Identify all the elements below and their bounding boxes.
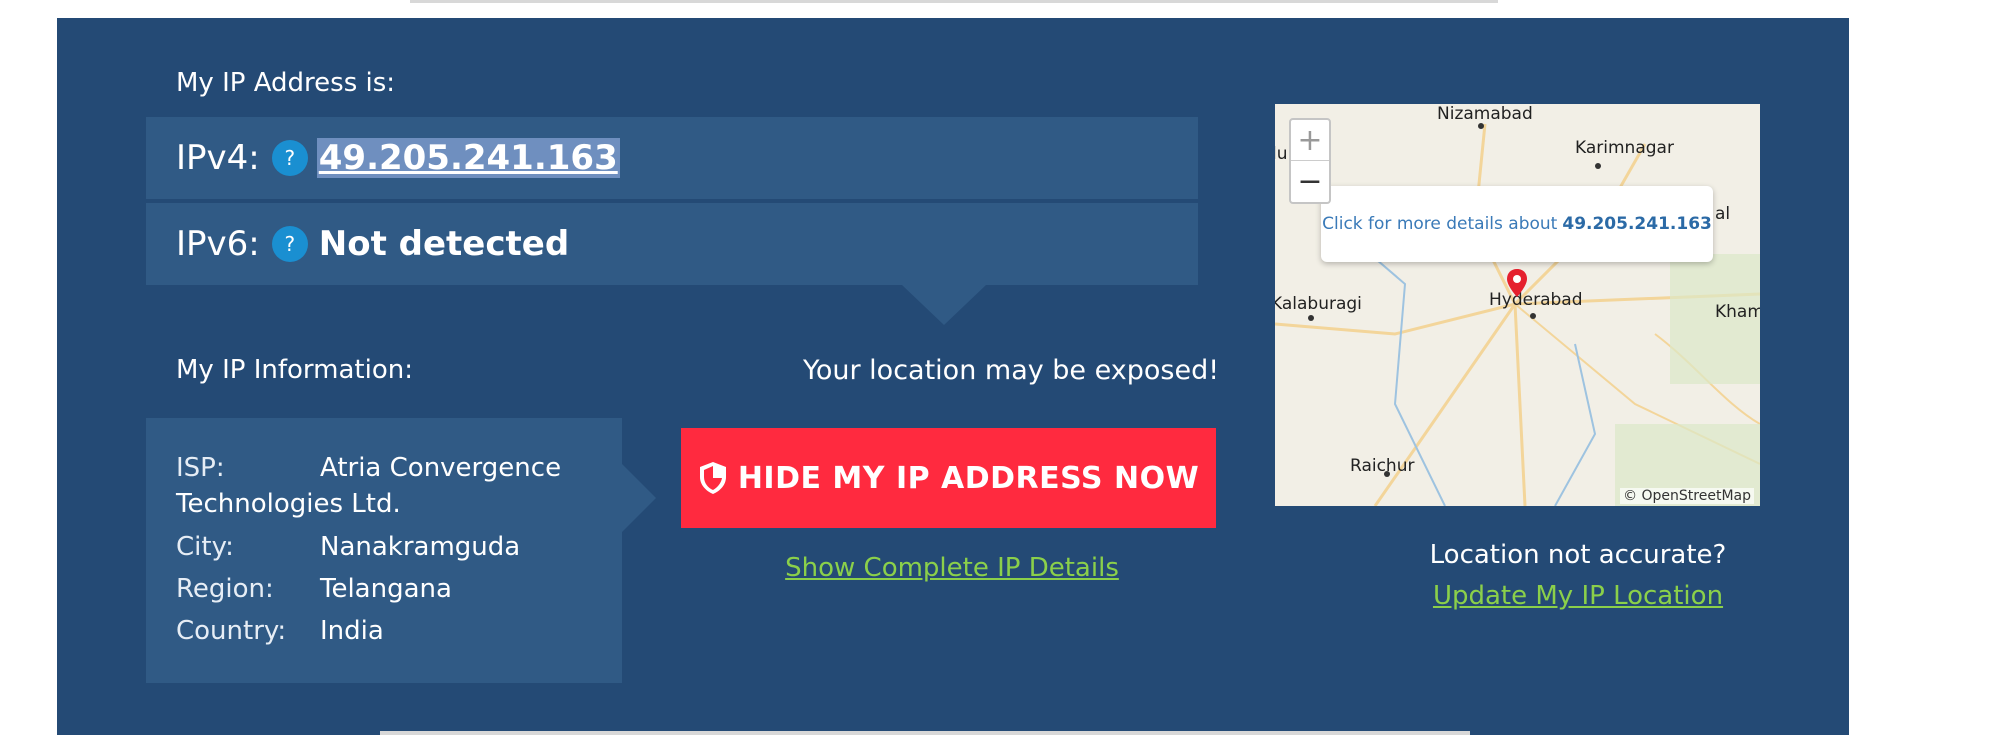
- map-label-karimnagar: Karimnagar: [1575, 138, 1674, 158]
- zoom-in-button[interactable]: +: [1291, 120, 1329, 161]
- map-label-hyderabad: Hyderabad: [1489, 290, 1583, 310]
- ipv4-label: IPv4:: [176, 138, 260, 178]
- map-label-cut-left: lu: [1275, 144, 1288, 164]
- bottom-border: [380, 731, 1470, 735]
- map-label-kalaburagi: Kalaburagi: [1275, 294, 1362, 314]
- country-row: Country: India: [176, 612, 592, 650]
- top-border: [410, 0, 1498, 3]
- isp-row: ISP: Atria Convergence Technologies Ltd.: [176, 450, 592, 522]
- ipv4-value[interactable]: 49.205.241.163: [316, 138, 620, 178]
- hide-ip-button-label: HIDE MY IP ADDRESS NOW: [737, 460, 1200, 496]
- region-label: Region:: [176, 574, 274, 604]
- map-label-cut-right: al: [1715, 204, 1731, 224]
- ipv6-row: IPv6: ? Not detected: [146, 203, 1198, 285]
- location-pin-icon[interactable]: [1506, 268, 1528, 298]
- city-label: City:: [176, 532, 234, 562]
- info-section-title: My IP Information:: [176, 355, 413, 385]
- ipv6-value: Not detected: [318, 224, 570, 264]
- isp-value-line1: Atria Convergence: [320, 453, 562, 483]
- zoom-out-button[interactable]: −: [1291, 161, 1329, 202]
- region-row: Region: Telangana: [176, 570, 592, 608]
- ip-section-title: My IP Address is:: [176, 68, 396, 98]
- location-question: Location not accurate?: [1429, 540, 1727, 570]
- update-location-link[interactable]: Update My IP Location: [1383, 581, 1773, 611]
- ip-info-box: ISP: Atria Convergence Technologies Ltd. …: [146, 418, 656, 683]
- ipv4-row: IPv4: ? 49.205.241.163: [146, 117, 1198, 199]
- map-attribution[interactable]: © OpenStreetMap: [1620, 488, 1754, 504]
- map-zoom-control: + −: [1289, 118, 1331, 204]
- isp-value-line2: Technologies Ltd.: [176, 489, 401, 519]
- show-details-link[interactable]: Show Complete IP Details: [757, 553, 1147, 583]
- ipv6-label: IPv6:: [176, 224, 260, 264]
- ipv4-help-icon[interactable]: ?: [271, 140, 308, 176]
- hide-ip-button[interactable]: HIDE MY IP ADDRESS NOW: [681, 428, 1216, 528]
- isp-label: ISP:: [176, 453, 225, 483]
- map-label-nizamabad: Nizamabad: [1437, 104, 1533, 124]
- map-label-raichur: Raichur: [1350, 456, 1415, 476]
- shield-icon: [699, 462, 726, 494]
- location-warning: Your location may be exposed!: [802, 355, 1220, 386]
- ip-row-pointer: [902, 285, 986, 325]
- city-value: Nanakramguda: [320, 532, 521, 562]
- city-row: City: Nanakramguda: [176, 528, 592, 566]
- map-label-khammam: Kham: [1715, 302, 1760, 322]
- map-popup-ip: 49.205.241.163: [1562, 214, 1712, 234]
- country-label: Country:: [176, 616, 287, 646]
- map-popup-text: Click for more details about: [1322, 214, 1558, 234]
- map-popup[interactable]: Click for more details about 49.205.241.…: [1321, 186, 1713, 262]
- ip-info-panel: My IP Address is: IPv4: ? 49.205.241.163…: [57, 18, 1849, 735]
- ipv6-help-icon[interactable]: ?: [271, 226, 308, 262]
- region-value: Telangana: [320, 574, 452, 604]
- location-map[interactable]: Nizamabad Karimnagar lu al Kalaburagi Hy…: [1275, 104, 1760, 506]
- country-value: India: [320, 616, 384, 646]
